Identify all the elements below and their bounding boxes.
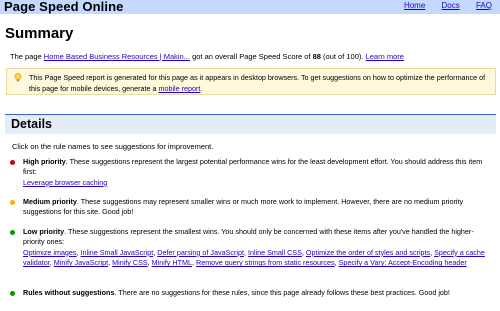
score-line: The page Home Based Business Resources |… [10,52,404,61]
summary-heading: Summary [5,25,74,42]
rule-link[interactable]: Minify HTML [152,258,192,267]
high-priority-item: High priority. These suggestions represe… [10,157,493,188]
score-suffix: (out of 100). [323,52,364,61]
priority-description: . These suggestions represent the smalle… [23,227,474,247]
priority-description: . There are no suggestions for these rul… [114,288,450,297]
priority-label: Rules without suggestions [23,288,115,297]
score-prefix: The page [10,52,42,61]
mobile-report-link[interactable]: mobile report [158,84,200,93]
rule-link[interactable]: Inline Small CSS [248,248,302,257]
rule-link[interactable]: Optimize images [23,248,77,257]
page-link[interactable]: Home Based Business Resources | Makin... [44,52,190,61]
home-link[interactable]: Home [404,1,425,10]
details-intro: Click on the rule names to see suggestio… [12,142,214,151]
bullet-dot-icon [10,230,15,235]
rule-link[interactable]: Defer parsing of JavaScript [157,248,244,257]
rule-link[interactable]: Remove query strings from static resourc… [196,258,335,267]
priority-description: . These suggestions represent the larges… [23,157,483,177]
mobile-notice: This Page Speed report is generated for … [6,68,496,95]
medium-priority-item: Medium priority. These suggestions may r… [10,197,493,218]
details-heading: Details [11,117,52,131]
score-mid: got an overall Page Speed Score of [192,52,311,61]
faq-link[interactable]: FAQ [476,1,492,10]
bullet-dot-icon [10,291,15,296]
docs-link[interactable]: Docs [442,1,460,10]
rule-link[interactable]: Minify JavaScript [54,258,108,267]
bullet-dot-icon [10,160,15,165]
low-priority-item: Low priority. These suggestions represen… [10,227,493,269]
top-bar: Page Speed Online Home Docs FAQ [0,0,500,14]
notice-text: This Page Speed report is generated for … [29,73,486,93]
learn-more-link[interactable]: Learn more [366,52,404,61]
lightbulb-icon [14,73,22,82]
details-header: Details [5,114,496,134]
rule-link[interactable]: Optimize the order of styles and scripts [306,248,430,257]
priority-description: . These suggestions may represent smalle… [23,197,464,217]
top-nav: Home Docs FAQ [390,1,492,10]
priority-label: Medium priority [23,197,77,206]
app-title: Page Speed Online [4,0,124,14]
score-value: 88 [312,52,321,61]
rule-link[interactable]: Inline Small JavaScript [81,248,154,257]
rule-link[interactable]: Specify a Vary: Accept-Encoding header [339,258,467,267]
rule-link[interactable]: Leverage browser caching [23,178,107,187]
priority-label: High priority [23,157,66,166]
rule-link[interactable]: Minify CSS [112,258,148,267]
priority-label: Low priority [23,227,65,236]
no-suggestions-item: Rules without suggestions. There are no … [10,288,493,298]
bullet-dot-icon [10,200,15,205]
